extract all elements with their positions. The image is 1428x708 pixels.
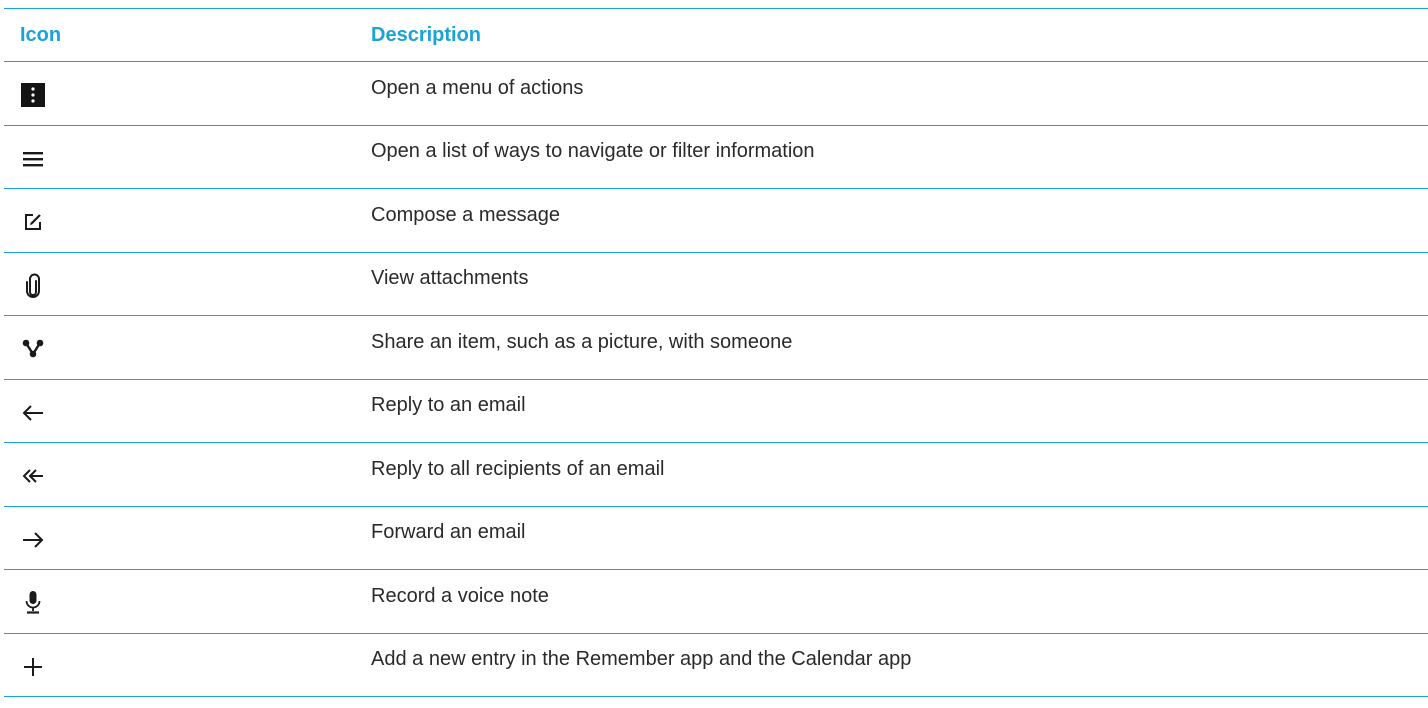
table-row: Record a voice note bbox=[4, 570, 1428, 634]
row-description: View attachments bbox=[371, 267, 529, 290]
header-icon-label: Icon bbox=[20, 23, 62, 46]
row-description: Forward an email bbox=[371, 521, 526, 544]
table-row: Forward an email bbox=[4, 507, 1428, 570]
table-row: Compose a message bbox=[4, 189, 1428, 253]
table-header-row: Icon Description bbox=[4, 9, 1428, 62]
row-description: Share an item, such as a picture, with s… bbox=[371, 330, 793, 353]
hamburger-menu-icon bbox=[20, 146, 46, 172]
table-row: Reply to an email bbox=[4, 380, 1428, 443]
table-row: Share an item, such as a picture, with s… bbox=[4, 316, 1428, 380]
icon-table: Icon Description Open a menu of actions bbox=[4, 8, 1428, 697]
paperclip-icon bbox=[20, 273, 46, 299]
compose-icon bbox=[20, 209, 46, 235]
more-vertical-icon bbox=[20, 82, 46, 108]
reply-all-icon bbox=[20, 463, 46, 489]
forward-arrow-icon bbox=[20, 527, 46, 553]
share-icon bbox=[20, 336, 46, 362]
row-description: Record a voice note bbox=[371, 584, 549, 607]
table-row: Reply to all recipients of an email bbox=[4, 443, 1428, 507]
row-description: Reply to all recipients of an email bbox=[371, 457, 665, 480]
table-row: Open a list of ways to navigate or filte… bbox=[4, 126, 1428, 189]
header-description-label: Description bbox=[371, 23, 482, 46]
plus-icon bbox=[20, 654, 46, 680]
reply-arrow-icon bbox=[20, 400, 46, 426]
microphone-icon bbox=[20, 590, 46, 616]
table-row: View attachments bbox=[4, 253, 1428, 316]
table-row: Open a menu of actions bbox=[4, 62, 1428, 126]
row-description: Reply to an email bbox=[371, 394, 526, 417]
table-row: Add a new entry in the Remember app and … bbox=[4, 634, 1428, 697]
row-description: Open a menu of actions bbox=[371, 76, 584, 99]
row-description: Compose a message bbox=[371, 203, 560, 226]
row-description: Open a list of ways to navigate or filte… bbox=[371, 140, 815, 163]
row-description: Add a new entry in the Remember app and … bbox=[371, 648, 912, 671]
